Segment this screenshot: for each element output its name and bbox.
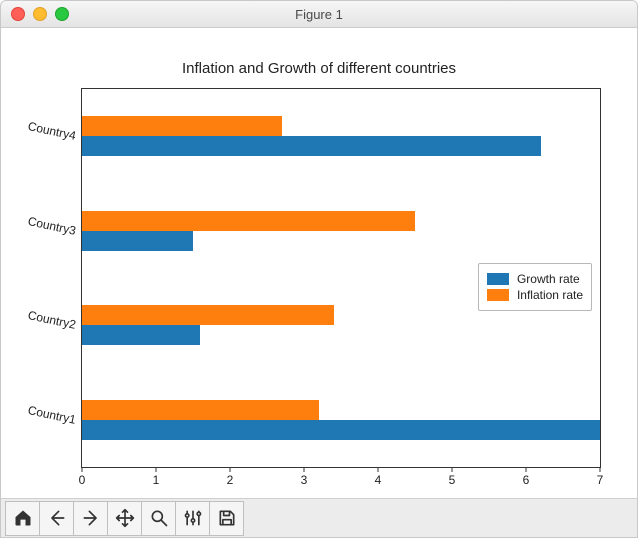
titlebar: Figure 1 [1, 1, 637, 28]
legend-item-growth: Growth rate [487, 272, 583, 286]
figure-window: Figure 1 Inflation and Growth of differe… [0, 0, 638, 538]
y-tick-label: Country3 [27, 214, 78, 238]
forward-button[interactable] [73, 501, 108, 536]
sliders-icon [183, 508, 203, 528]
x-tick-label: 4 [375, 473, 382, 487]
bar-growth [82, 420, 600, 440]
legend: Growth rate Inflation rate [478, 263, 592, 311]
traffic-lights [11, 7, 69, 21]
legend-swatch-growth [487, 273, 509, 285]
x-tick-label: 0 [79, 473, 86, 487]
toolbar [1, 498, 637, 537]
save-icon [217, 508, 237, 528]
chart-title: Inflation and Growth of different countr… [1, 60, 637, 77]
bar-growth [82, 325, 200, 345]
legend-item-inflation: Inflation rate [487, 288, 583, 302]
minimize-icon[interactable] [33, 7, 47, 21]
y-tick-label: Country4 [27, 119, 78, 143]
y-tick-label: Country1 [27, 403, 78, 427]
plot-canvas: Inflation and Growth of different countr… [1, 28, 637, 498]
magnifier-icon [149, 508, 169, 528]
arrow-left-icon [47, 508, 67, 528]
bar-inflation [82, 400, 319, 420]
home-button[interactable] [5, 501, 40, 536]
bar-inflation [82, 211, 415, 231]
bar-inflation [82, 305, 334, 325]
x-tick-label: 7 [597, 473, 604, 487]
x-tick-label: 2 [227, 473, 234, 487]
close-icon[interactable] [11, 7, 25, 21]
pan-button[interactable] [107, 501, 142, 536]
move-icon [115, 508, 135, 528]
x-tick-label: 5 [449, 473, 456, 487]
configure-button[interactable] [175, 501, 210, 536]
bar-inflation [82, 116, 282, 136]
back-button[interactable] [39, 501, 74, 536]
bar-growth [82, 136, 541, 156]
zoom-window-icon[interactable] [55, 7, 69, 21]
bar-growth [82, 231, 193, 251]
x-tick-label: 6 [523, 473, 530, 487]
arrow-right-icon [81, 508, 101, 528]
x-tick-label: 3 [301, 473, 308, 487]
zoom-button[interactable] [141, 501, 176, 536]
chart-axes: Growth rate Inflation rate 01234567Count… [81, 88, 601, 468]
window-title: Figure 1 [1, 7, 637, 22]
legend-label-inflation: Inflation rate [517, 288, 583, 302]
legend-label-growth: Growth rate [517, 272, 580, 286]
home-icon [13, 508, 33, 528]
legend-swatch-inflation [487, 289, 509, 301]
x-tick-label: 1 [153, 473, 160, 487]
y-tick-label: Country2 [27, 308, 78, 332]
save-button[interactable] [209, 501, 244, 536]
